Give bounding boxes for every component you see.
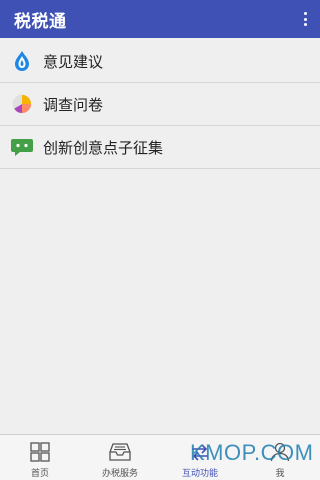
menu-item-label: 创新创意点子征集 (43, 138, 164, 157)
grid-icon (28, 441, 52, 463)
tab-home[interactable]: 首页 (0, 435, 80, 480)
inbox-tray-icon (108, 441, 132, 463)
tab-label: 互动功能 (181, 469, 218, 479)
watermark-text: KMOP.COM (190, 440, 314, 465)
menu-item-survey[interactable]: 调查问卷 (0, 83, 320, 126)
menu-item-label: 意见建议 (43, 52, 104, 71)
menu-item-suggestions[interactable]: 意见建议 (0, 40, 320, 83)
app-bar: 税税通 (0, 0, 320, 38)
tab-label: 首页 (30, 469, 49, 479)
menu-item-idea-collection[interactable]: 创新创意点子征集 (0, 126, 320, 169)
pie-chart-icon (10, 92, 34, 116)
tab-label: 我 (275, 469, 285, 479)
tab-tax-services[interactable]: 办税服务 (80, 435, 160, 480)
chat-bubble-icon (10, 135, 34, 159)
tab-label: 办税服务 (101, 469, 138, 479)
water-drop-icon (10, 49, 34, 73)
menu-item-label: 调查问卷 (43, 95, 104, 114)
overflow-menu-icon[interactable] (300, 9, 310, 29)
app-title: 税税通 (14, 11, 67, 32)
menu-list: 意见建议 调查问卷 创新创意点子征集 (0, 40, 320, 169)
